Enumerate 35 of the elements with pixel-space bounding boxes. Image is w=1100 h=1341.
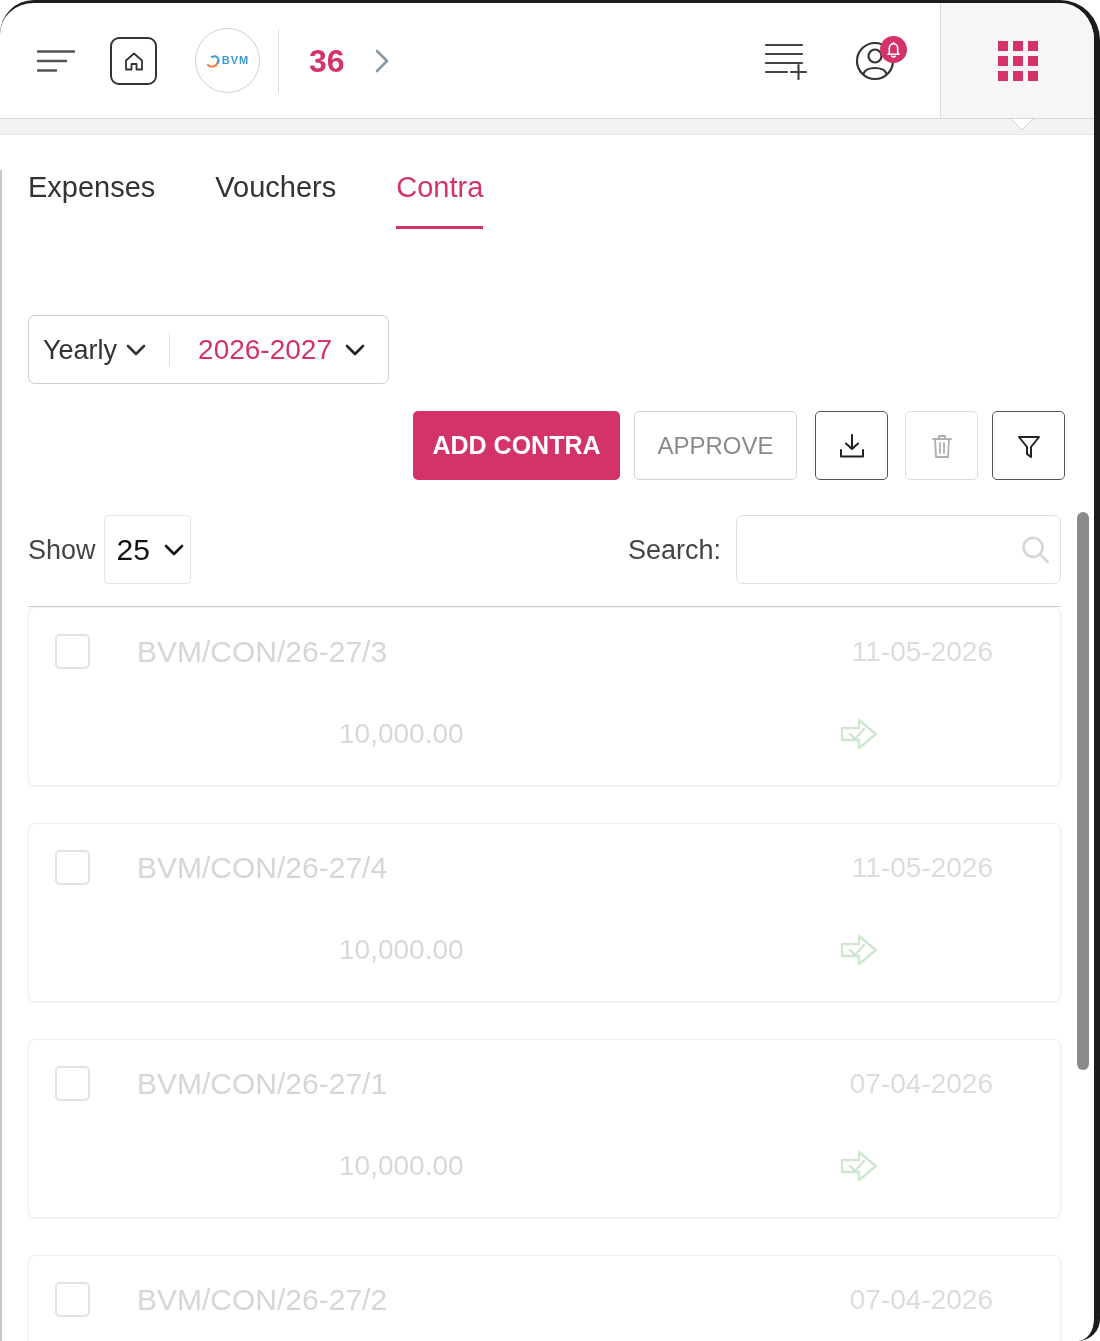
home-button[interactable] xyxy=(110,36,157,85)
chevron-right-icon[interactable] xyxy=(374,48,389,73)
checkbox[interactable] xyxy=(55,850,90,885)
arrow-check-icon[interactable] xyxy=(839,716,879,752)
user-icon[interactable] xyxy=(855,40,895,81)
download-icon xyxy=(837,431,866,460)
checkbox[interactable] xyxy=(55,1066,90,1101)
tab[interactable]: Expenses xyxy=(28,170,156,229)
search-label: Search: xyxy=(627,533,721,566)
chevron-down-icon xyxy=(163,543,184,556)
page-length-select[interactable]: 25 xyxy=(103,515,191,584)
add-button[interactable]: ADD CONTRA xyxy=(413,411,620,480)
chevron-down-icon xyxy=(344,343,365,356)
download-button[interactable] xyxy=(815,411,888,480)
arrow-check-icon[interactable] xyxy=(839,1148,879,1184)
logo-swoosh-icon xyxy=(205,53,220,68)
menu-icon[interactable] xyxy=(37,48,75,73)
list-add-icon[interactable] xyxy=(765,41,807,80)
tab[interactable]: Contra xyxy=(396,170,484,229)
grid-icon[interactable] xyxy=(997,40,1038,81)
logo-text: BVM xyxy=(221,55,250,66)
arrow-check-icon[interactable] xyxy=(839,932,879,968)
trash-icon xyxy=(929,432,954,459)
scrollbar-thumb[interactable] xyxy=(1077,512,1089,1070)
filter-button[interactable] xyxy=(992,411,1065,480)
period-type-select[interactable]: Yearly xyxy=(43,333,147,366)
bell-badge-icon xyxy=(880,35,907,63)
year-select[interactable]: 2026-2027 xyxy=(198,333,365,366)
count-label: 36 xyxy=(309,44,345,77)
show-label: Show xyxy=(28,533,96,566)
search-field[interactable] xyxy=(736,515,1061,584)
tab[interactable]: Vouchers xyxy=(215,170,337,229)
chevron-down-icon xyxy=(126,343,147,356)
checkbox[interactable] xyxy=(55,1282,90,1317)
checkbox[interactable] xyxy=(55,634,90,669)
